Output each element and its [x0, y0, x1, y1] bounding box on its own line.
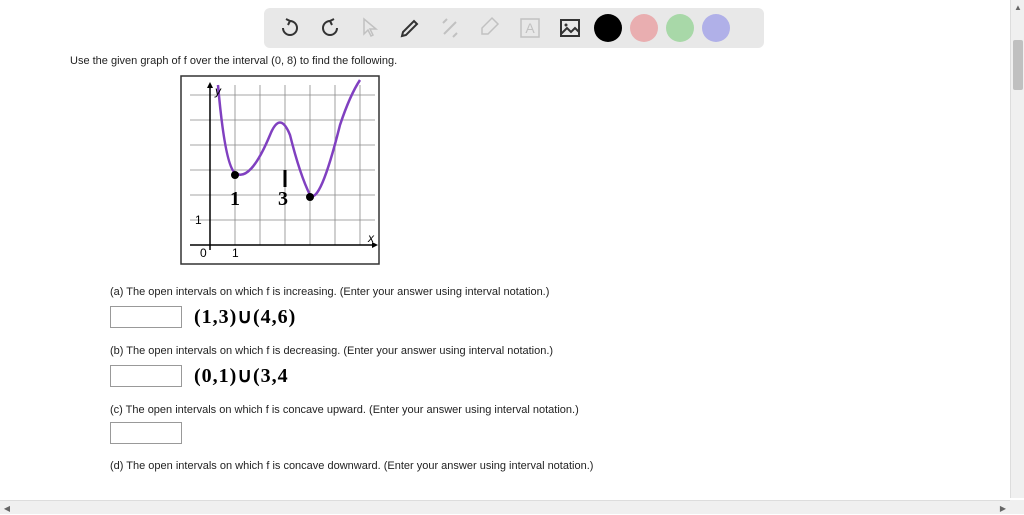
scroll-left-arrow-icon[interactable]: ◀ — [0, 501, 14, 515]
pen-button[interactable] — [394, 12, 426, 44]
eraser-icon — [478, 16, 502, 40]
color-purple[interactable] — [702, 14, 730, 42]
color-black[interactable] — [594, 14, 622, 42]
redo-button[interactable] — [314, 12, 346, 44]
color-pink[interactable] — [630, 14, 658, 42]
origin-label: 0 — [200, 246, 207, 260]
eraser-button[interactable] — [474, 12, 506, 44]
vertical-scroll-thumb[interactable] — [1013, 40, 1023, 90]
handwritten-b: (0,1)∪(3,4 — [194, 363, 289, 388]
tools-button[interactable] — [434, 12, 466, 44]
y-axis-label: y — [214, 84, 222, 98]
annotation-toolbar: A — [264, 8, 764, 48]
graph-svg: y x 0 1 1 1 3 — [180, 75, 380, 265]
undo-button[interactable] — [274, 12, 306, 44]
annotation-1: 1 — [230, 188, 240, 210]
answer-input-c[interactable] — [110, 422, 182, 444]
undo-icon — [278, 16, 302, 40]
answer-input-b[interactable] — [110, 365, 182, 387]
pointer-icon — [358, 16, 382, 40]
redo-icon — [318, 16, 342, 40]
svg-text:A: A — [525, 20, 535, 36]
graph-figure: y x 0 1 1 1 3 — [180, 75, 950, 268]
horizontal-scrollbar[interactable]: ◀ ▶ — [0, 500, 1010, 514]
pointer-button[interactable] — [354, 12, 386, 44]
answer-row-a: (1,3)∪(4,6) — [110, 304, 950, 329]
document-content: Use the given graph of f over the interv… — [70, 55, 950, 478]
answer-row-b: (0,1)∪(3,4 — [110, 363, 950, 388]
question-b-text: (b) The open intervals on which f is dec… — [110, 345, 950, 357]
image-button[interactable] — [554, 12, 586, 44]
answer-input-a[interactable] — [110, 306, 182, 328]
question-d-text: (d) The open intervals on which f is con… — [110, 460, 950, 472]
question-a-text: (a) The open intervals on which f is inc… — [110, 286, 950, 298]
instruction-text: Use the given graph of f over the interv… — [70, 55, 950, 67]
color-green[interactable] — [666, 14, 694, 42]
x-axis-label: x — [367, 231, 375, 245]
answer-row-c — [110, 422, 950, 444]
scroll-right-arrow-icon[interactable]: ▶ — [996, 501, 1010, 515]
scrollbar-corner — [1010, 500, 1024, 514]
vertical-scrollbar[interactable]: ▲ — [1010, 0, 1024, 498]
scroll-up-arrow-icon[interactable]: ▲ — [1011, 0, 1024, 14]
tools-icon — [438, 16, 462, 40]
question-c-text: (c) The open intervals on which f is con… — [110, 404, 950, 416]
image-icon — [558, 16, 582, 40]
text-button[interactable]: A — [514, 12, 546, 44]
handwritten-a: (1,3)∪(4,6) — [194, 304, 296, 329]
pen-icon — [398, 16, 422, 40]
annotation-3: 3 — [278, 188, 288, 210]
x-tick-1: 1 — [232, 246, 239, 260]
text-icon: A — [518, 16, 542, 40]
y-tick-1: 1 — [195, 213, 202, 227]
